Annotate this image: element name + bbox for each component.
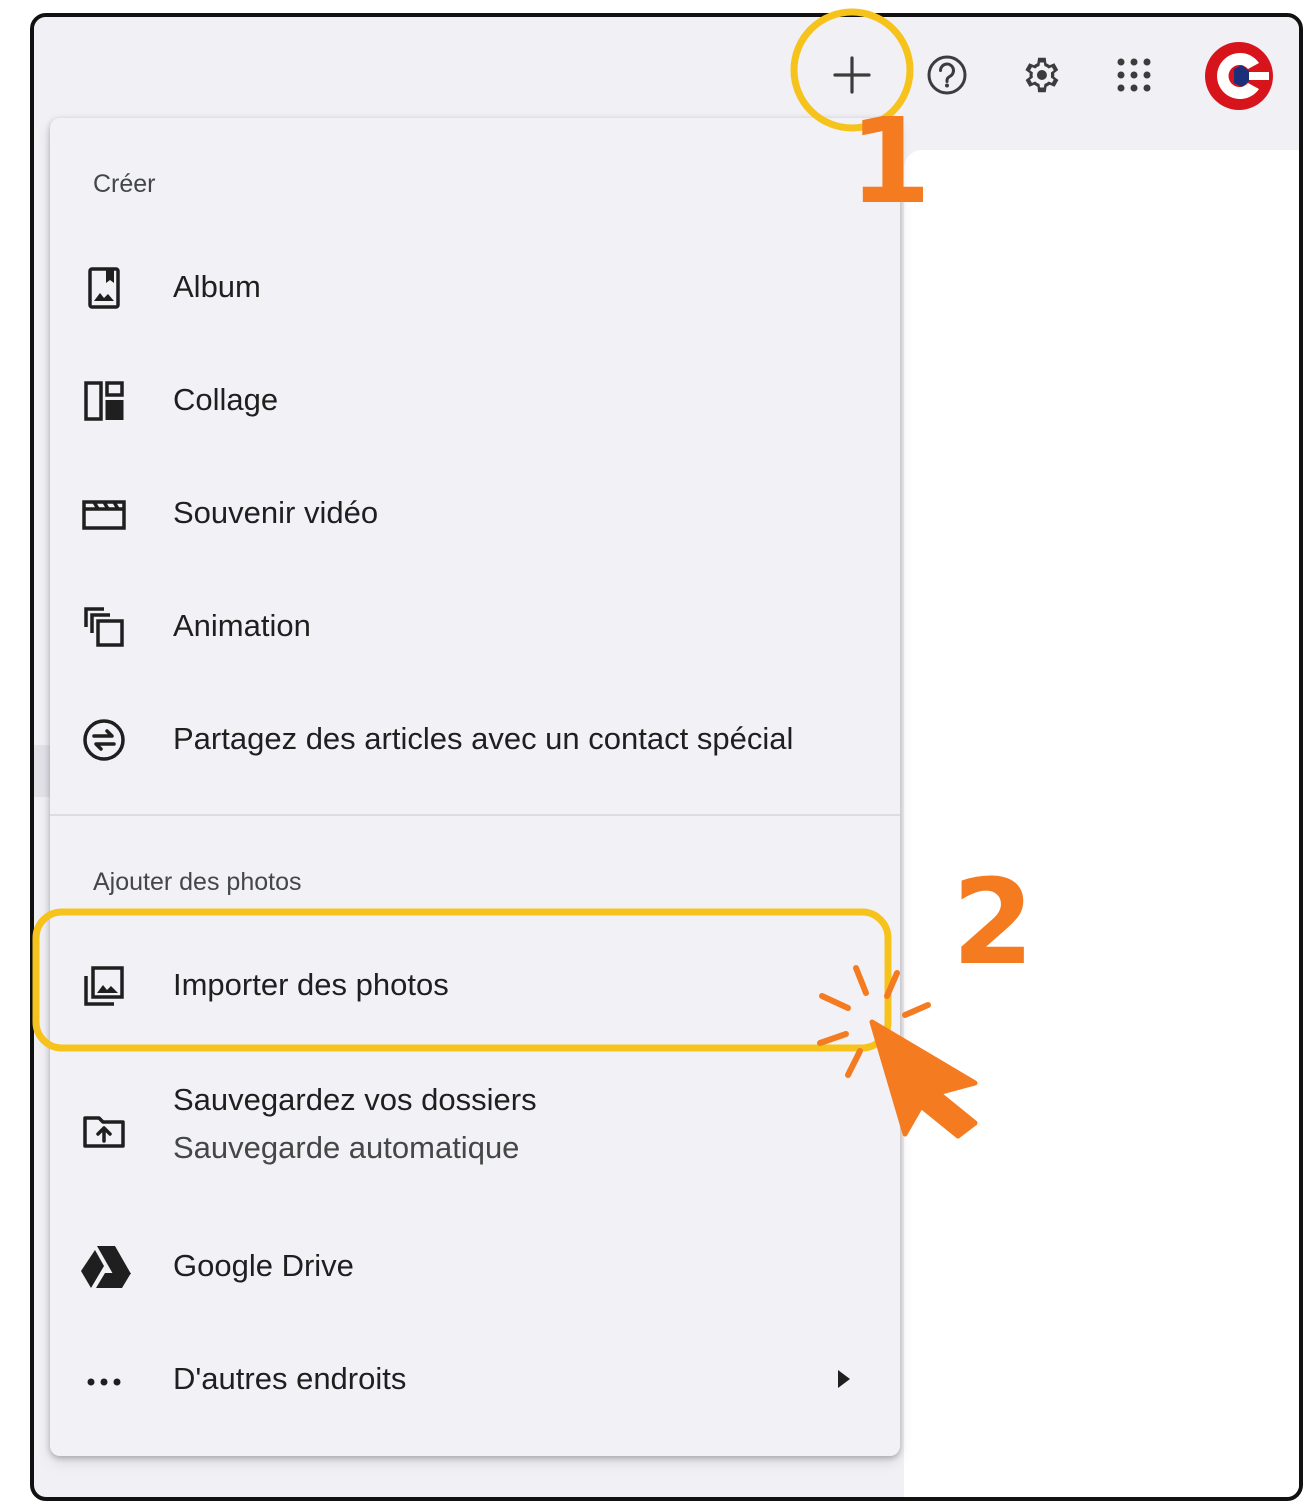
menu-item-import-photos[interactable]: Importer des photos: [50, 940, 900, 1030]
menu-item-sublabel: Sauvegarde automatique: [173, 1130, 520, 1165]
plus-icon[interactable]: [824, 47, 880, 103]
menu-item-label: Google Drive: [173, 1248, 354, 1283]
animation-icon: [80, 603, 128, 651]
menu-item-souvenir-video[interactable]: Souvenir vidéo: [50, 468, 900, 558]
section-label-add-photos: Ajouter des photos: [93, 868, 302, 896]
menu-item-label: Collage: [173, 382, 279, 417]
partner-sharing-icon: [80, 716, 128, 764]
section-label-create: Créer: [93, 170, 156, 198]
settings-icon[interactable]: [1012, 47, 1068, 103]
account-avatar[interactable]: [1204, 41, 1274, 111]
more-horiz-icon: [80, 1356, 128, 1404]
menu-item-label: Souvenir vidéo: [173, 495, 379, 530]
backup-folder-icon: [80, 1106, 128, 1154]
create-menu: Créer Album Collage Souvenir vidéo Anima…: [50, 118, 900, 1456]
menu-item-backup-folders[interactable]: Sauvegardez vos dossiers Sauvegarde auto…: [50, 1068, 900, 1188]
menu-item-google-drive[interactable]: Google Drive: [50, 1221, 900, 1311]
import-photos-icon: [80, 962, 128, 1010]
menu-item-other-places[interactable]: D'autres endroits: [50, 1334, 900, 1424]
collage-icon: [80, 377, 128, 425]
menu-item-label: Album: [173, 269, 261, 304]
google-drive-icon: [80, 1243, 131, 1291]
movie-icon: [80, 490, 128, 538]
menu-divider: [50, 814, 900, 816]
help-icon[interactable]: [919, 47, 975, 103]
apps-grid-icon[interactable]: [1106, 47, 1162, 103]
menu-item-label: Importer des photos: [173, 967, 449, 1002]
menu-item-animation[interactable]: Animation: [50, 581, 900, 671]
menu-item-partner-sharing[interactable]: Partagez des articles avec un contact sp…: [50, 694, 900, 784]
menu-item-label: Partagez des articles avec un contact sp…: [173, 721, 794, 756]
album-icon: [80, 264, 128, 312]
main-content-area: [904, 150, 1299, 1497]
menu-item-album[interactable]: Album: [50, 242, 900, 332]
menu-item-label: Sauvegardez vos dossiers: [173, 1082, 537, 1117]
menu-item-label: Animation: [173, 608, 311, 643]
menu-item-collage[interactable]: Collage: [50, 355, 900, 445]
submenu-arrow-icon: [836, 1368, 852, 1395]
menu-item-label: D'autres endroits: [173, 1361, 407, 1396]
